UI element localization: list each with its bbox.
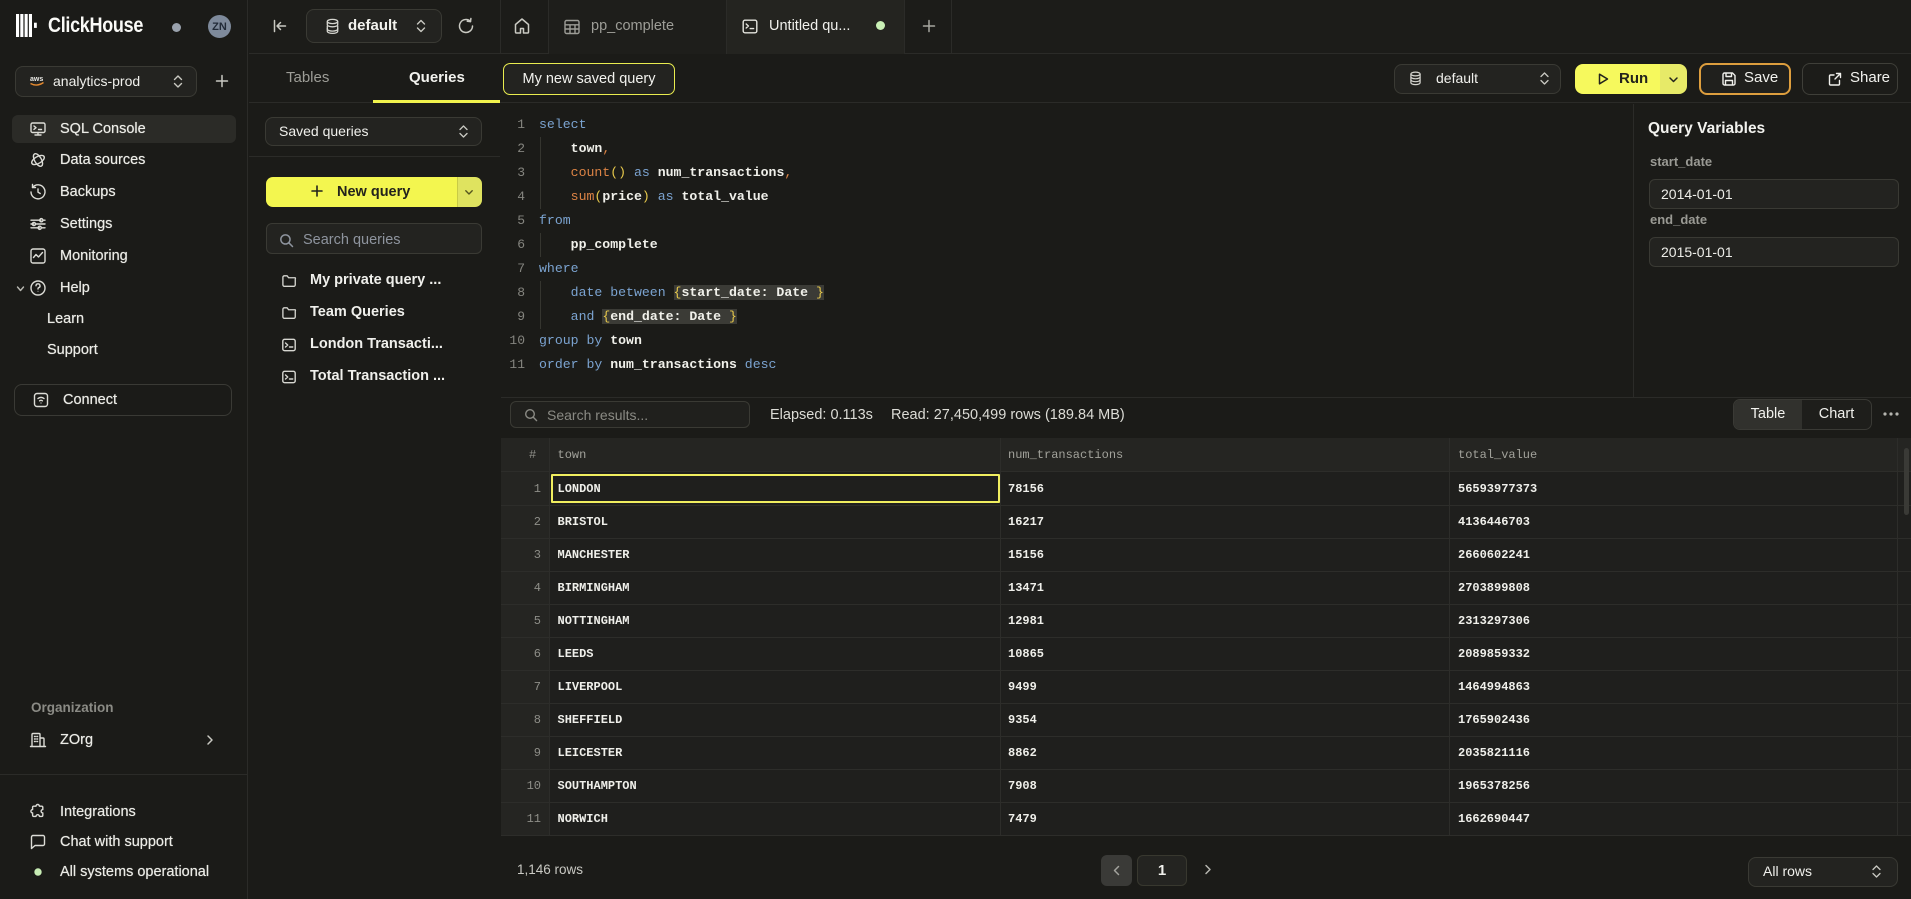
svg-text:aws: aws bbox=[30, 76, 43, 83]
